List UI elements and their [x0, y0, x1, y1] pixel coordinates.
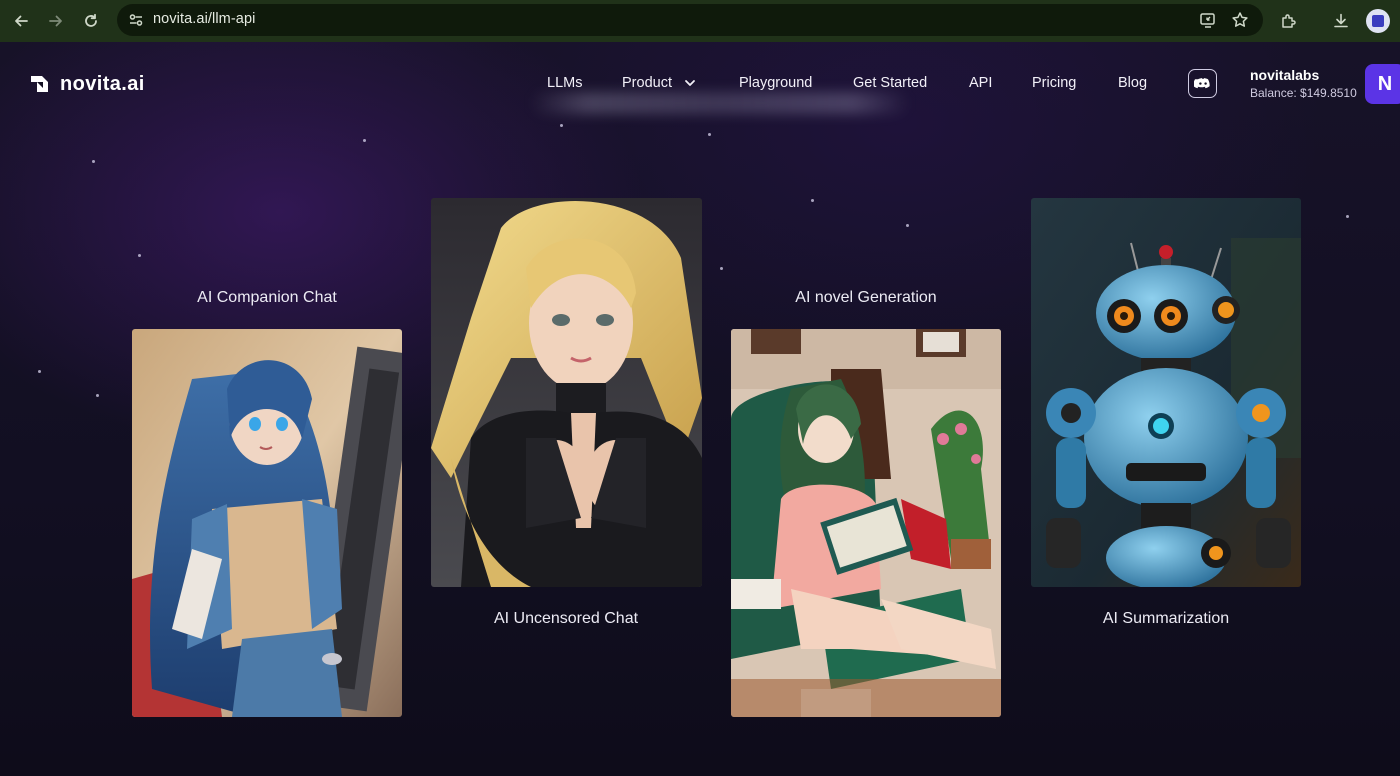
- site-info-button[interactable]: [125, 9, 147, 31]
- profile-icon: [1372, 15, 1384, 27]
- arrow-left-icon: [15, 15, 28, 27]
- logo-text: novita.ai: [60, 72, 145, 95]
- card-image-novel[interactable]: [731, 329, 1001, 717]
- download-icon: [1334, 13, 1348, 28]
- avatar[interactable]: N: [1365, 64, 1400, 104]
- reload-button[interactable]: [78, 8, 104, 34]
- nav-llms[interactable]: LLMs: [547, 75, 582, 91]
- nav-playground[interactable]: Playground: [739, 75, 812, 91]
- star-decoration: [811, 199, 814, 202]
- browser-toolbar: novita.ai/llm-api: [0, 0, 1400, 42]
- puzzle-icon: [1282, 14, 1296, 28]
- star-decoration: [38, 370, 41, 373]
- profile-button[interactable]: [1366, 9, 1390, 33]
- arrow-right-icon: [49, 15, 62, 27]
- tune-icon: [129, 14, 143, 26]
- novita-logo-icon: [31, 76, 48, 92]
- star-decoration: [363, 139, 366, 142]
- star-decoration: [138, 254, 141, 257]
- star-decoration: [720, 267, 723, 270]
- back-button[interactable]: [8, 8, 34, 34]
- star-icon: [1232, 12, 1248, 27]
- reading-girl-image: [731, 329, 1001, 717]
- nav-pricing[interactable]: Pricing: [1032, 75, 1076, 91]
- nav-blog[interactable]: Blog: [1118, 75, 1147, 91]
- star-decoration: [560, 124, 563, 127]
- extensions-button[interactable]: [1276, 8, 1302, 34]
- user-balance: Balance: $149.8510: [1250, 86, 1357, 100]
- star-decoration: [92, 160, 95, 163]
- install-app-icon: [1200, 13, 1215, 28]
- page: novita.ai LLMs Product Playground Get St…: [0, 42, 1400, 776]
- discord-icon: [1193, 77, 1210, 88]
- star-decoration: [96, 394, 99, 397]
- discord-button[interactable]: [1188, 69, 1217, 98]
- forward-button[interactable]: [43, 8, 69, 34]
- card-label-novel: AI novel Generation: [795, 289, 937, 306]
- download-button[interactable]: [1328, 8, 1354, 34]
- blonde-woman-image: [431, 198, 702, 587]
- address-bar[interactable]: novita.ai/llm-api: [117, 4, 1263, 36]
- card-image-companion[interactable]: [132, 329, 402, 717]
- star-decoration: [906, 224, 909, 227]
- card-label-summarization: AI Summarization: [1102, 610, 1230, 627]
- reload-icon: [85, 13, 97, 27]
- card-label-uncensored: AI Uncensored Chat: [493, 610, 639, 627]
- user-name[interactable]: novitalabs: [1250, 67, 1319, 83]
- nav-get-started[interactable]: Get Started: [853, 75, 927, 91]
- blurred-heading: [530, 92, 910, 114]
- logo[interactable]: novita.ai: [28, 71, 145, 97]
- star-decoration: [708, 133, 711, 136]
- install-app-button[interactable]: [1197, 9, 1219, 31]
- url-text[interactable]: novita.ai/llm-api: [153, 11, 255, 27]
- bookmark-button[interactable]: [1229, 9, 1251, 31]
- nav-api[interactable]: API: [969, 75, 992, 91]
- nav-product[interactable]: Product: [622, 75, 672, 91]
- robot-image: [1031, 198, 1301, 587]
- card-label-companion: AI Companion Chat: [197, 289, 337, 306]
- card-image-summarization[interactable]: [1031, 198, 1301, 587]
- star-decoration: [1346, 215, 1349, 218]
- chevron-down-icon[interactable]: [684, 77, 696, 89]
- card-image-uncensored[interactable]: [431, 198, 702, 587]
- blue-hair-girl-image: [132, 329, 402, 717]
